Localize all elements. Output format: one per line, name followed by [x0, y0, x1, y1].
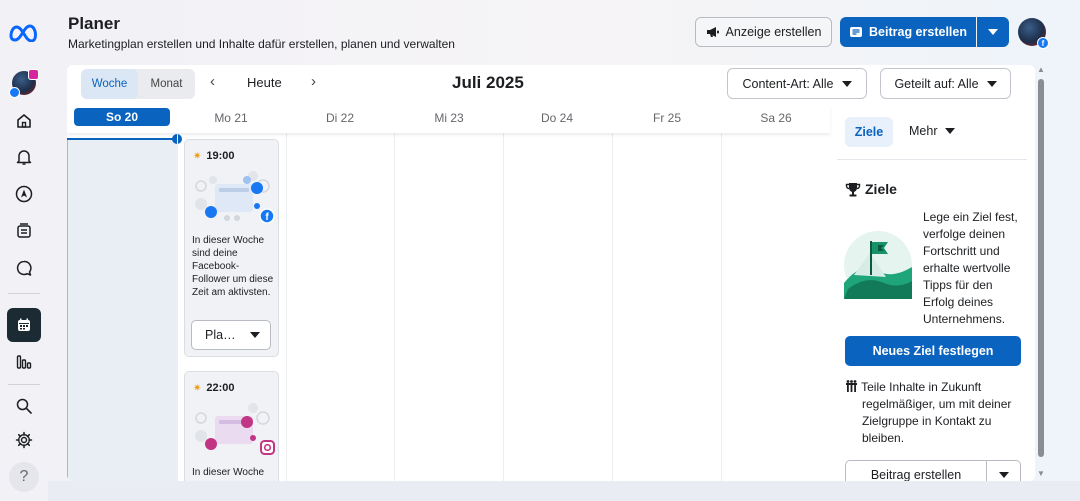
- slot-description: In dieser Woche sind deine Facebook-Foll…: [192, 235, 274, 298]
- facebook-badge-icon: f: [1037, 37, 1049, 49]
- facebook-post-illustration-icon: f: [195, 171, 275, 224]
- planner-card: Woche Monat ‹ Heute › Juli 2025 Content-…: [67, 65, 1035, 481]
- navigation-arrow-icon[interactable]: [0, 177, 48, 211]
- slot-description: In dieser Woche: [192, 467, 265, 478]
- create-ad-button[interactable]: Anzeige erstellen: [695, 17, 832, 47]
- day-header: Di 22: [325, 111, 354, 125]
- account-avatar[interactable]: f: [1018, 18, 1049, 49]
- create-post-button[interactable]: Beitrag erstellen: [840, 17, 976, 47]
- calendar-icon[interactable]: [0, 308, 48, 342]
- slot-time: ✷ 22:00: [193, 382, 235, 394]
- sparkle-icon: ✷: [193, 150, 202, 162]
- chevron-down-icon: [998, 472, 1009, 478]
- today-column[interactable]: [67, 138, 177, 481]
- home-icon[interactable]: [0, 104, 48, 138]
- previous-week-button[interactable]: ‹: [210, 73, 215, 90]
- share-tip-line1: Teile Inhalte in Zukunft: [861, 380, 982, 394]
- megaphone-icon: [706, 27, 719, 37]
- share-tip-line2: regelmäßiger, um mit deiner Zielgruppe i…: [862, 397, 1012, 445]
- column-divider: [286, 133, 287, 481]
- help-glyph: ?: [19, 468, 29, 485]
- day-header: Sa 26: [760, 111, 792, 125]
- set-goal-button[interactable]: Neues Ziel festlegen: [845, 336, 1021, 366]
- scroll-up-arrow-icon[interactable]: ▲: [1036, 65, 1046, 74]
- view-week-tab[interactable]: Woche: [81, 69, 138, 99]
- goals-description: Lege ein Ziel fest, verfolge deinen Fort…: [923, 210, 1018, 326]
- chevron-down-icon: [945, 128, 956, 134]
- slot-time-label: 22:00: [206, 382, 235, 394]
- panel-divider: [837, 159, 1027, 160]
- bell-icon[interactable]: [0, 140, 48, 174]
- slot-time-label: 19:00: [206, 150, 235, 162]
- today-button[interactable]: Heute: [247, 75, 282, 90]
- column-divider: [721, 133, 722, 481]
- vertical-scrollbar[interactable]: ▲ ▼: [1036, 65, 1046, 481]
- panel-create-post-button[interactable]: Beitrag erstellen: [845, 460, 987, 481]
- meta-logo-icon[interactable]: [0, 15, 48, 49]
- slot-time: ✷ 19:00: [193, 150, 235, 162]
- scroll-down-arrow-icon[interactable]: ▼: [1036, 469, 1046, 478]
- tab-more[interactable]: Mehr: [909, 124, 956, 138]
- left-rail: ?: [0, 0, 48, 501]
- chat-bubble-icon[interactable]: [0, 251, 48, 285]
- question-icon[interactable]: ?: [0, 460, 48, 494]
- goal-flag-illustration-icon: [844, 231, 912, 299]
- current-time-line: [67, 138, 177, 140]
- profile-avatar[interactable]: [0, 66, 48, 100]
- month-label: Juli 2025: [452, 73, 524, 92]
- day-header: Fr 25: [652, 111, 681, 125]
- chevron-down-icon: [250, 332, 260, 338]
- view-month-tab[interactable]: Monat: [138, 69, 195, 99]
- bar-chart-icon[interactable]: [0, 345, 48, 379]
- day-header-row: So 20 Mo 21 Di 22 Mi 23 Do 24 Fr 25 Sa 2…: [67, 105, 830, 133]
- page-title: Planer: [68, 14, 120, 33]
- goals-heading: Ziele: [845, 181, 897, 197]
- gear-icon[interactable]: [0, 423, 48, 457]
- day-header-today[interactable]: So 20: [74, 108, 170, 126]
- suggested-time-slot-instagram[interactable]: ✷ 22:00 In dieser Woche: [184, 371, 279, 481]
- shared-on-filter-label: Geteilt auf: Alle: [894, 76, 979, 91]
- day-header: Mo 21: [214, 111, 248, 125]
- day-header: Do 24: [540, 111, 574, 125]
- column-divider: [394, 133, 395, 481]
- content-stack-icon[interactable]: [0, 214, 48, 248]
- tab-more-label: Mehr: [909, 124, 938, 138]
- content-type-filter-label: Content-Art: Alle: [742, 76, 834, 91]
- week-grid: ✷ 19:00 f In dieser Woche sind deine Fac…: [67, 133, 830, 481]
- rail-divider: [8, 384, 40, 385]
- panel-create-post-menu-button[interactable]: [987, 460, 1021, 481]
- instagram-post-illustration-icon: [195, 403, 275, 455]
- day-header: Mi 23: [434, 111, 464, 125]
- chevron-down-icon: [841, 80, 852, 87]
- chevron-down-icon: [988, 29, 998, 35]
- rail-divider: [8, 293, 40, 294]
- create-post-label: Beitrag erstellen: [869, 25, 967, 39]
- slot-plan-button[interactable]: Pla…: [191, 320, 271, 350]
- suggested-time-slot-facebook[interactable]: ✷ 19:00 f In dieser Woche sind deine Fac…: [184, 139, 279, 357]
- slot-plan-label: Pla…: [205, 328, 236, 342]
- column-divider: [177, 133, 178, 481]
- tab-goals[interactable]: Ziele: [845, 117, 893, 147]
- trophy-icon: [845, 182, 861, 196]
- bottom-strip: [48, 481, 1080, 501]
- sparkle-icon: ✷: [193, 382, 202, 394]
- search-icon[interactable]: [0, 389, 48, 423]
- goals-panel: Ziele Mehr Ziele Lege ein Ziel fest, ver…: [837, 105, 1035, 481]
- create-post-menu-button[interactable]: [977, 17, 1009, 47]
- goals-heading-label: Ziele: [865, 181, 897, 197]
- page-subtitle: Marketingplan erstellen und Inhalte dafü…: [68, 37, 455, 51]
- post-icon: [850, 27, 863, 37]
- view-toggle: Woche Monat: [81, 69, 195, 99]
- scrollbar-thumb[interactable]: [1038, 79, 1044, 457]
- content-type-filter[interactable]: Content-Art: Alle: [727, 68, 867, 99]
- column-divider: [503, 133, 504, 481]
- create-ad-label: Anzeige erstellen: [725, 25, 822, 39]
- column-divider: [612, 133, 613, 481]
- chevron-down-icon: [986, 80, 997, 87]
- share-tip: Teile Inhalte in Zukunft regelmäßiger, u…: [845, 379, 1027, 447]
- next-week-button[interactable]: ›: [311, 73, 316, 90]
- shared-on-filter[interactable]: Geteilt auf: Alle: [880, 68, 1011, 99]
- share-tip-icon: [846, 380, 857, 392]
